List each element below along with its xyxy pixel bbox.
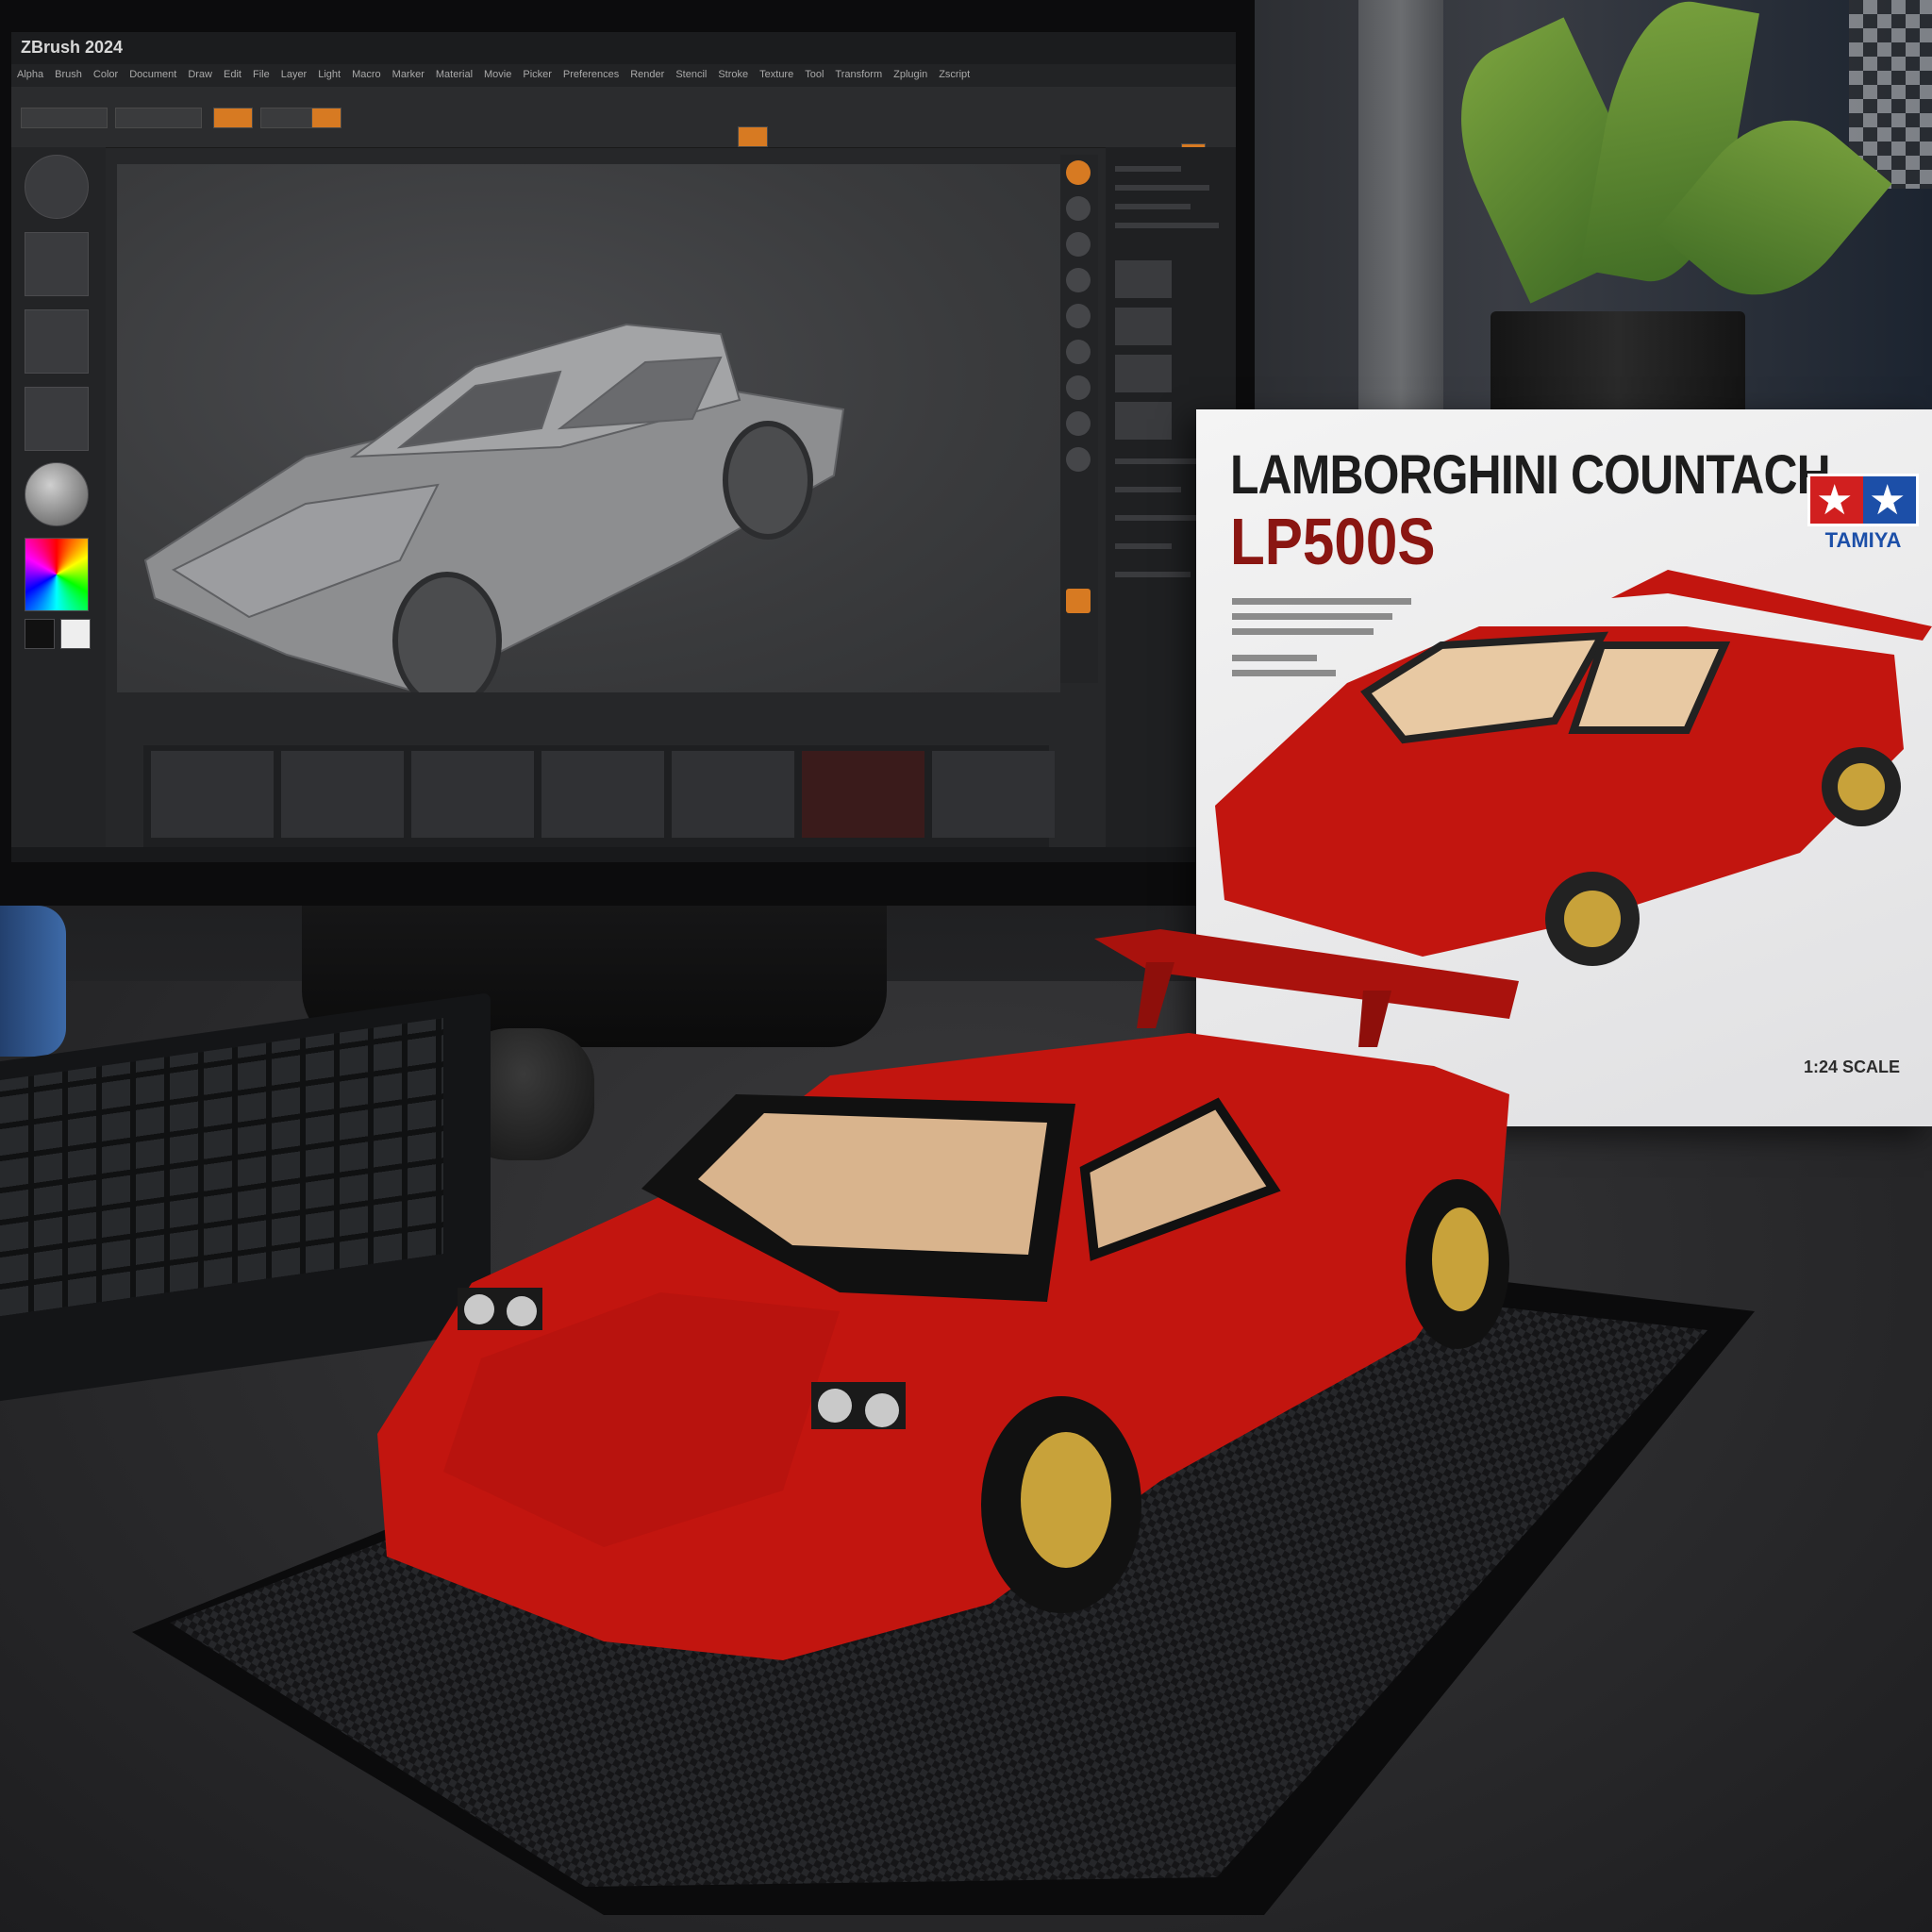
wing-strut [1137, 962, 1174, 1028]
front-wheel-rim [1021, 1432, 1111, 1568]
rear-wheel-rim [1432, 1208, 1489, 1311]
headlight [507, 1296, 537, 1326]
photo-scene: ZBrush 2024 Alpha Brush Color Document Draw E… [0, 0, 1932, 1932]
headlight [464, 1294, 494, 1324]
headlight [818, 1389, 852, 1423]
wing-strut [1358, 991, 1391, 1047]
red-model-car [377, 929, 1519, 1660]
headlight [865, 1393, 899, 1427]
